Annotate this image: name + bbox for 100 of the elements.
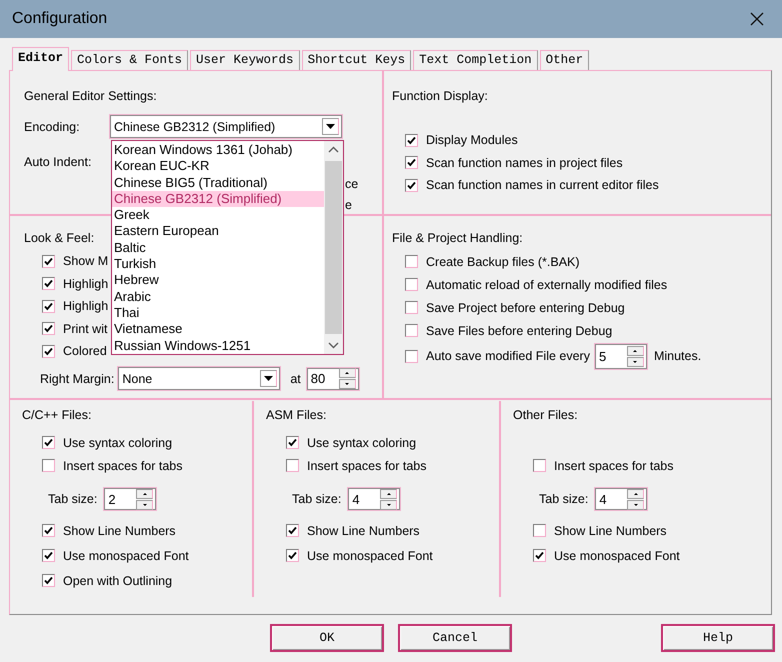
encoding-dropdown[interactable]: Chinese GB2312 (Simplified) [110, 115, 342, 138]
tab[interactable]: Text Completion [413, 50, 538, 70]
checkbox-label: Use syntax coloring [63, 436, 172, 450]
checkbox-label: Print wit [63, 322, 108, 336]
checkbox[interactable] [405, 134, 418, 147]
checkbox-label: Automatic reload of externally modified files [426, 278, 668, 292]
field-label: Auto Indent: [24, 154, 92, 170]
checkbox[interactable] [533, 459, 546, 472]
spin-up-button[interactable] [627, 488, 644, 498]
number-field[interactable]: 2 [108, 492, 116, 506]
spin-up-button[interactable] [626, 346, 644, 356]
window-title: Configuration [12, 10, 108, 28]
dropdown-option[interactable]: Chinese BIG5 (Traditional) [112, 174, 324, 191]
checkbox-label: Highligh [63, 276, 108, 291]
dropdown-option[interactable]: Thai [112, 304, 324, 322]
dialog-button[interactable]: OK [270, 624, 384, 652]
tab[interactable]: Colors & Fonts [71, 50, 188, 70]
checkbox-label: Highligh [63, 299, 108, 314]
dropdown-option[interactable]: Eastern European [112, 223, 324, 240]
scroll-down-icon[interactable] [328, 342, 339, 349]
right-margin-dropdown[interactable]: None [118, 367, 280, 390]
spin-down-button[interactable] [338, 379, 356, 389]
checkbox-label: Scan function names in project files [426, 156, 623, 170]
checkbox[interactable] [42, 524, 55, 537]
checkbox-label: Show Line Numbers [554, 524, 667, 538]
scrollbar[interactable] [324, 141, 343, 354]
tab[interactable]: Shortcut Keys [302, 50, 412, 70]
field-label: Encoding: [24, 120, 81, 134]
checkbox-label: Insert spaces for tabs [63, 458, 183, 472]
dropdown-option[interactable]: Arabic [112, 288, 324, 305]
dropdown-option[interactable]: Russian Windows-1251 [112, 338, 324, 354]
checkbox[interactable] [405, 324, 418, 337]
checkbox[interactable] [533, 549, 546, 562]
checkbox-label: Show Line Numbers [63, 524, 176, 538]
checkbox[interactable] [533, 524, 546, 537]
checkbox-label: Colored [63, 344, 107, 358]
option-label: e [345, 198, 352, 212]
checkbox-label: Auto save modified File every [426, 349, 590, 363]
scroll-up-icon[interactable] [328, 146, 339, 153]
checkbox-label: Scan function names in current editor files [426, 178, 659, 192]
dropdown-option[interactable]: Chinese GB2312 (Simplified) [112, 190, 324, 208]
checkbox[interactable] [405, 350, 418, 362]
checkbox[interactable] [42, 574, 55, 587]
checkbox[interactable] [286, 436, 299, 449]
spin-down-button[interactable] [380, 500, 398, 510]
unit-label: Minutes. [654, 349, 702, 363]
checkbox[interactable] [286, 549, 299, 562]
spin-up-button[interactable] [338, 368, 356, 378]
field-label: at [290, 372, 301, 386]
checkbox-label: Show M [63, 254, 108, 268]
dropdown-option[interactable]: Vietnamese [112, 321, 324, 338]
checkbox-label: Save Files before entering Debug [426, 324, 612, 338]
checkbox[interactable] [42, 254, 55, 268]
dropdown-option[interactable]: Korean EUC-KR [112, 158, 324, 175]
spin-down-button[interactable] [626, 356, 644, 366]
checkbox[interactable] [42, 300, 55, 313]
field-label: Right Margin: [40, 372, 114, 386]
close-icon[interactable] [750, 12, 764, 26]
checkbox-label: Insert spaces for tabs [307, 458, 427, 472]
checkbox[interactable] [42, 322, 55, 336]
checkbox[interactable] [405, 156, 418, 170]
dialog-button[interactable]: Cancel [398, 624, 512, 652]
dropdown-option[interactable]: Greek [112, 207, 324, 224]
dropdown-option[interactable]: Korean Windows 1361 (Johab) [112, 142, 324, 158]
tab[interactable]: Other [540, 50, 590, 70]
number-field[interactable]: 4 [352, 492, 360, 506]
checkbox[interactable] [405, 255, 418, 268]
spin-up-button[interactable] [380, 488, 398, 498]
checkbox[interactable] [42, 436, 55, 449]
checkbox[interactable] [42, 277, 55, 290]
checkbox[interactable] [42, 344, 55, 358]
checkbox-label: Save Project before entering Debug [426, 300, 625, 314]
tab[interactable]: Editor [12, 47, 70, 71]
section-heading: Function Display: [392, 88, 488, 104]
checkbox[interactable] [286, 459, 299, 472]
number-field[interactable]: 80 [310, 371, 326, 386]
dropdown-option[interactable]: Turkish [112, 256, 324, 272]
checkbox[interactable] [405, 278, 418, 291]
dialog-button[interactable]: Help [661, 624, 775, 652]
field-label: Tab size: [292, 492, 342, 506]
tab[interactable]: User Keywords [190, 50, 300, 70]
checkbox[interactable] [42, 549, 55, 562]
spin-down-button[interactable] [627, 500, 644, 510]
field-label: Tab size: [48, 492, 98, 506]
field-label: Tab size: [539, 492, 588, 506]
checkbox[interactable] [286, 524, 299, 537]
checkbox[interactable] [405, 301, 418, 314]
section-heading: General Editor Settings: [24, 88, 157, 104]
checkbox[interactable] [42, 459, 55, 472]
dropdown-option[interactable]: Hebrew [112, 272, 324, 289]
spin-down-button[interactable] [136, 500, 154, 510]
section-heading: ASM Files: [266, 407, 326, 423]
checkbox-label: Show Line Numbers [307, 524, 420, 538]
checkbox-label: Use monospaced Font [307, 548, 433, 562]
dropdown-option[interactable]: Baltic [112, 240, 324, 256]
spin-up-button[interactable] [136, 488, 154, 498]
checkbox-label: Display Modules [426, 133, 518, 148]
number-field[interactable]: 5 [598, 348, 606, 364]
checkbox[interactable] [405, 178, 418, 192]
number-field[interactable]: 4 [599, 492, 607, 506]
